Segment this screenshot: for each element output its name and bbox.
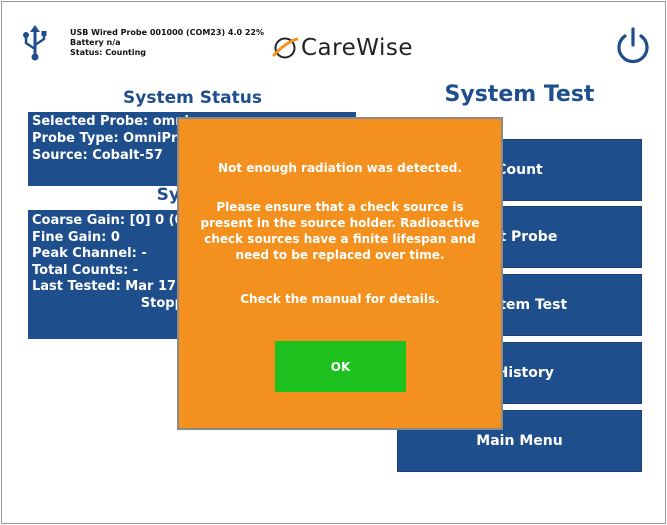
- dialog-message-hint: Check the manual for details.: [240, 292, 440, 306]
- carewise-logo: CareWise: [272, 32, 413, 64]
- device-status: Status: Counting: [70, 48, 146, 57]
- device-info: USB Wired Probe 001000 (COM23) 4.0 22% B…: [70, 28, 264, 58]
- alert-dialog: Not enough radiation was detected. Pleas…: [177, 117, 503, 430]
- app-window: USB Wired Probe 001000 (COM23) 4.0 22% B…: [1, 1, 666, 524]
- usb-icon: [23, 25, 47, 61]
- carewise-logo-icon: [272, 37, 298, 59]
- logo-text: CareWise: [301, 35, 414, 61]
- dialog-message-body: Please ensure that a check source is pre…: [200, 200, 480, 262]
- ok-button[interactable]: OK: [275, 341, 406, 392]
- device-battery: Battery n/a: [70, 38, 121, 47]
- system-test-title: System Test: [444, 82, 595, 107]
- device-connection: USB Wired Probe 001000 (COM23) 4.0 22%: [70, 28, 264, 37]
- dialog-message-title: Not enough radiation was detected.: [218, 161, 462, 175]
- power-icon[interactable]: [614, 26, 652, 66]
- system-status-title: System Status: [123, 88, 262, 108]
